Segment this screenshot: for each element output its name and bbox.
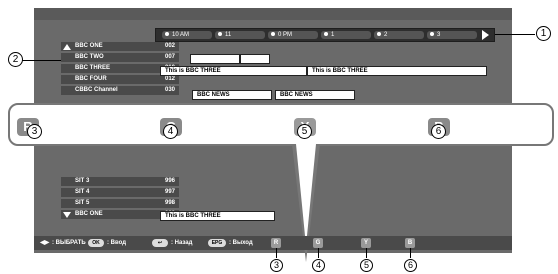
channel-row[interactable]: SIT 4 997 <box>61 188 179 197</box>
scroll-down-icon[interactable] <box>63 212 71 218</box>
legend-item-yellow[interactable]: Y Поиск по дате <box>294 118 424 136</box>
footer-red-key[interactable]: R <box>271 238 281 248</box>
callout-4-footer: 4 <box>312 259 325 272</box>
callout-leader <box>318 248 319 258</box>
callout-1: 1 <box>536 26 551 41</box>
back-icon: ↩ <box>152 239 168 247</box>
epg-button-icon: EPG <box>208 239 226 247</box>
time-dot-icon <box>165 32 169 37</box>
scroll-right-icon[interactable] <box>482 30 489 40</box>
time-slot[interactable]: 2 <box>374 31 424 39</box>
time-dot-icon <box>324 32 328 37</box>
programme-cell-empty[interactable] <box>240 54 270 64</box>
callout-5: 5 <box>297 124 312 139</box>
callout-6-footer: 6 <box>404 259 417 272</box>
select-arrows-icon: ◀▶ <box>40 240 50 246</box>
callout-2: 2 <box>8 52 23 67</box>
channel-row[interactable]: BBC FOUR 012 <box>61 75 179 84</box>
bubble-pointer-fill <box>296 144 316 246</box>
callout-3: 3 <box>27 124 42 139</box>
legend-item-green[interactable]: G Поиск по жанру <box>160 118 300 136</box>
programme-cell[interactable]: BBC NEWS <box>192 90 272 100</box>
programme-cell[interactable]: This is BBC THREE <box>160 211 275 221</box>
top-band <box>34 8 512 20</box>
programme-cell-empty[interactable] <box>190 54 240 64</box>
channel-row[interactable]: SIT 5 998 <box>61 199 179 208</box>
scroll-up-icon[interactable] <box>63 44 71 50</box>
time-slot[interactable]: 0 PM <box>268 31 318 39</box>
time-dot-icon <box>430 32 434 37</box>
callout-leader <box>495 34 535 35</box>
channel-row[interactable]: BBC ONE 002 <box>61 42 179 51</box>
time-slot[interactable]: 3 <box>427 31 477 39</box>
programme-cell[interactable]: This is BBC THREE <box>160 66 307 76</box>
callout-leader <box>410 248 411 258</box>
time-dot-icon <box>377 32 381 37</box>
footer-blue-key[interactable]: B <box>405 238 415 248</box>
footer-green-key[interactable]: G <box>313 238 323 248</box>
callout-3-footer: 3 <box>270 259 283 272</box>
time-dot-icon <box>271 32 275 37</box>
ok-button-icon: OK <box>88 239 104 247</box>
callout-leader <box>276 248 277 258</box>
time-dot-icon <box>218 32 222 37</box>
callout-leader <box>366 248 367 258</box>
footer-yellow-key[interactable]: Y <box>361 238 371 248</box>
time-slot[interactable]: 10 AM <box>162 31 212 39</box>
callout-5-footer: 5 <box>360 259 373 272</box>
time-bar: 10 AM 11 0 PM 1 2 3 <box>155 28 495 42</box>
channel-row[interactable]: SIT 3 996 <box>61 177 179 186</box>
callout-4: 4 <box>163 124 178 139</box>
callout-leader <box>22 60 61 61</box>
channel-row[interactable]: BBC TWO 007 <box>61 53 179 62</box>
callout-6: 6 <box>431 124 446 139</box>
programme-cell[interactable]: BBC NEWS <box>275 90 355 100</box>
legend-item-blue[interactable]: B Список таймеров <box>428 118 553 136</box>
programme-cell[interactable]: This is BBC THREE <box>307 66 487 76</box>
time-slot[interactable]: 11 <box>215 31 265 39</box>
time-slot[interactable]: 1 <box>321 31 371 39</box>
channel-row[interactable]: CBBC Channel 030 <box>61 86 179 95</box>
